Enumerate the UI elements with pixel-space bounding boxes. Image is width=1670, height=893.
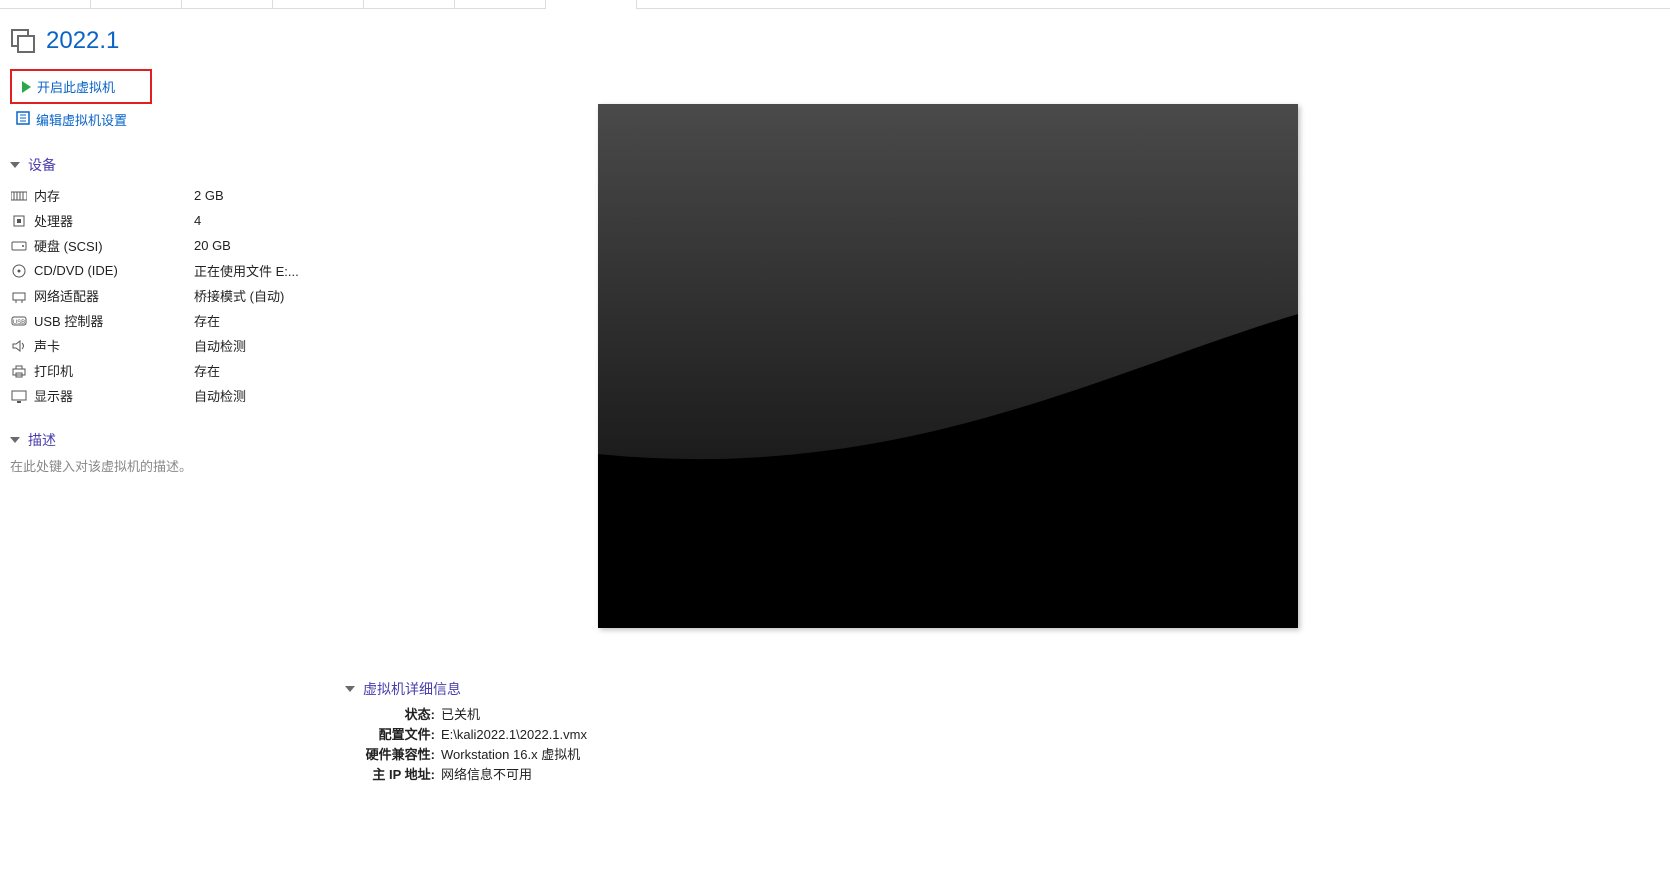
- tab-strip: [0, 0, 1670, 9]
- device-row[interactable]: 声卡自动检测: [10, 333, 335, 358]
- description-input[interactable]: 在此处键入对该虚拟机的描述。: [10, 456, 335, 475]
- detail-value: 网络信息不可用: [441, 765, 532, 785]
- usb-icon: USB: [10, 313, 28, 329]
- vm-title: 2022.1: [46, 27, 119, 55]
- description-section-title: 描述: [28, 430, 56, 450]
- device-label: 硬盘 (SCSI): [34, 236, 194, 255]
- devices-section-toggle[interactable]: 设备: [10, 155, 335, 175]
- device-value: 自动检测: [194, 336, 246, 355]
- edit-settings-button[interactable]: 编辑虚拟机设置: [10, 106, 335, 133]
- disk-icon: [10, 238, 28, 254]
- tab-stub[interactable]: [91, 0, 182, 8]
- device-label: 打印机: [34, 361, 194, 380]
- power-on-button[interactable]: 开启此虚拟机: [16, 73, 146, 100]
- tab-stub[interactable]: [364, 0, 455, 8]
- svg-text:USB: USB: [13, 320, 25, 326]
- printer-icon: [10, 363, 28, 379]
- device-value: 4: [194, 213, 201, 228]
- device-table: 内存2 GB处理器4硬盘 (SCSI)20 GBCD/DVD (IDE)正在使用…: [10, 183, 335, 408]
- device-value: 桥接模式 (自动): [194, 286, 284, 305]
- cpu-icon: [10, 213, 28, 229]
- detail-value: Workstation 16.x 虚拟机: [441, 745, 580, 765]
- device-value: 2 GB: [194, 188, 224, 203]
- vm-screen-preview[interactable]: [598, 104, 1298, 628]
- vm-preview-pane: 虚拟机详细信息 状态: 已关机 配置文件: E:\kali2022.1\2022…: [345, 9, 1670, 893]
- chevron-down-icon: [10, 162, 20, 168]
- device-label: 处理器: [34, 211, 194, 230]
- device-value: 正在使用文件 E:...: [194, 261, 299, 280]
- settings-icon: [16, 111, 30, 128]
- device-label: CD/DVD (IDE): [34, 263, 194, 278]
- power-on-label: 开启此虚拟机: [37, 77, 115, 96]
- device-label: 显示器: [34, 386, 194, 405]
- detail-key: 配置文件:: [345, 725, 435, 745]
- devices-section-title: 设备: [28, 155, 56, 175]
- chevron-down-icon: [345, 686, 355, 692]
- detail-row-state: 状态: 已关机: [345, 705, 587, 725]
- chevron-down-icon: [10, 437, 20, 443]
- device-value: 存在: [194, 311, 220, 330]
- detail-key: 状态:: [345, 705, 435, 725]
- device-row[interactable]: USB USB 控制器存在: [10, 308, 335, 333]
- details-section-toggle[interactable]: 虚拟机详细信息: [345, 679, 587, 699]
- device-row[interactable]: 硬盘 (SCSI)20 GB: [10, 233, 335, 258]
- device-value: 20 GB: [194, 238, 231, 253]
- tab-stub[interactable]: [455, 0, 546, 8]
- device-label: USB 控制器: [34, 311, 194, 330]
- device-row[interactable]: CD/DVD (IDE)正在使用文件 E:...: [10, 258, 335, 283]
- power-on-highlight: 开启此虚拟机: [10, 69, 152, 104]
- device-row[interactable]: 网络适配器桥接模式 (自动): [10, 283, 335, 308]
- tab-stub[interactable]: [182, 0, 273, 8]
- device-row[interactable]: 打印机存在: [10, 358, 335, 383]
- detail-row-config: 配置文件: E:\kali2022.1\2022.1.vmx: [345, 725, 587, 745]
- device-row[interactable]: 处理器4: [10, 208, 335, 233]
- device-row[interactable]: 显示器自动检测: [10, 383, 335, 408]
- detail-key: 主 IP 地址:: [345, 765, 435, 785]
- device-value: 存在: [194, 361, 220, 380]
- vm-tab-icon: [10, 28, 36, 54]
- device-label: 内存: [34, 186, 194, 205]
- play-icon: [22, 81, 31, 93]
- details-section-title: 虚拟机详细信息: [363, 679, 461, 699]
- sound-icon: [10, 338, 28, 354]
- network-icon: [10, 288, 28, 304]
- detail-value: 已关机: [441, 705, 480, 725]
- device-label: 声卡: [34, 336, 194, 355]
- device-value: 自动检测: [194, 386, 246, 405]
- detail-key: 硬件兼容性:: [345, 745, 435, 765]
- tab-stub[interactable]: [273, 0, 364, 8]
- memory-icon: [10, 188, 28, 204]
- edit-settings-label: 编辑虚拟机设置: [36, 110, 127, 129]
- device-label: 网络适配器: [34, 286, 194, 305]
- detail-row-compat: 硬件兼容性: Workstation 16.x 虚拟机: [345, 745, 587, 765]
- description-section-toggle[interactable]: 描述: [10, 430, 335, 450]
- cd-icon: [10, 263, 28, 279]
- tab-stub[interactable]: [0, 0, 91, 8]
- vm-summary-pane: 2022.1 开启此虚拟机 编辑虚拟机设置 设备 内存2 GB处理器4硬盘 (S…: [0, 9, 345, 893]
- display-icon: [10, 388, 28, 404]
- device-row[interactable]: 内存2 GB: [10, 183, 335, 208]
- detail-row-ip: 主 IP 地址: 网络信息不可用: [345, 765, 587, 785]
- detail-value: E:\kali2022.1\2022.1.vmx: [441, 725, 587, 745]
